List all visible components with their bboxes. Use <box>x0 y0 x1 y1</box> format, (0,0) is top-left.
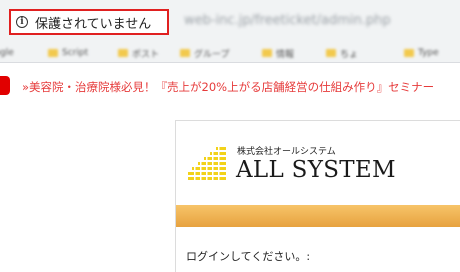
company-logo-wordmark: ALL SYSTEM <box>236 157 396 183</box>
security-status-label: 保護されていません <box>35 16 152 32</box>
bookmark-label: ちょ <box>340 49 359 60</box>
folder-icon <box>180 49 190 57</box>
folder-icon <box>118 49 128 57</box>
folder-icon <box>404 49 414 57</box>
url-field[interactable]: web-inc.jp/freeticket/admin.php <box>184 13 391 28</box>
security-status-chip[interactable]: i 保護されていません <box>9 9 169 35</box>
bookmark-label: Script <box>62 48 89 58</box>
folder-icon <box>48 49 58 57</box>
bookmark-label: Google <box>0 48 14 58</box>
login-prompt: ログインしてください。: <box>186 250 311 263</box>
logo-bars-icon <box>188 143 226 183</box>
bookmark-item[interactable]: 情報 <box>262 47 295 60</box>
bookmark-item[interactable]: Script <box>48 47 88 59</box>
bookmark-item[interactable]: ポスト <box>118 47 160 60</box>
address-bar: i 保護されていません web-inc.jp/freeticket/admin.… <box>0 0 460 44</box>
folder-icon <box>262 49 272 57</box>
bookmark-item[interactable]: ちょ <box>326 47 359 60</box>
news-ticker: »美容院・治療院様必見！『売上が20%上がる店舗経営の仕組み作り』セミナー <box>0 63 460 109</box>
login-panel: 株式会社オールシステム ALL SYSTEM ログインしてください。: <box>175 120 460 272</box>
bookmark-item[interactable]: グループ <box>180 47 230 60</box>
ticker-badge <box>0 76 10 95</box>
bookmark-label: 情報 <box>276 49 295 60</box>
bookmark-label: ポスト <box>132 49 160 60</box>
bookmark-label: グループ <box>194 49 230 60</box>
bookmark-label: Type <box>418 48 439 58</box>
info-icon: i <box>16 16 28 28</box>
folder-icon <box>326 49 336 57</box>
header-band <box>176 205 460 227</box>
ticker-link[interactable]: »美容院・治療院様必見！『売上が20%上がる店舗経営の仕組み作り』セミナー <box>22 79 434 95</box>
company-name-japanese: 株式会社オールシステム <box>237 147 336 157</box>
bookmarks-bar: Google Script ポスト グループ 情報 ちょ Type <box>0 44 460 62</box>
bookmark-item[interactable]: Google <box>0 47 14 59</box>
bookmark-item[interactable]: Type <box>404 47 439 59</box>
